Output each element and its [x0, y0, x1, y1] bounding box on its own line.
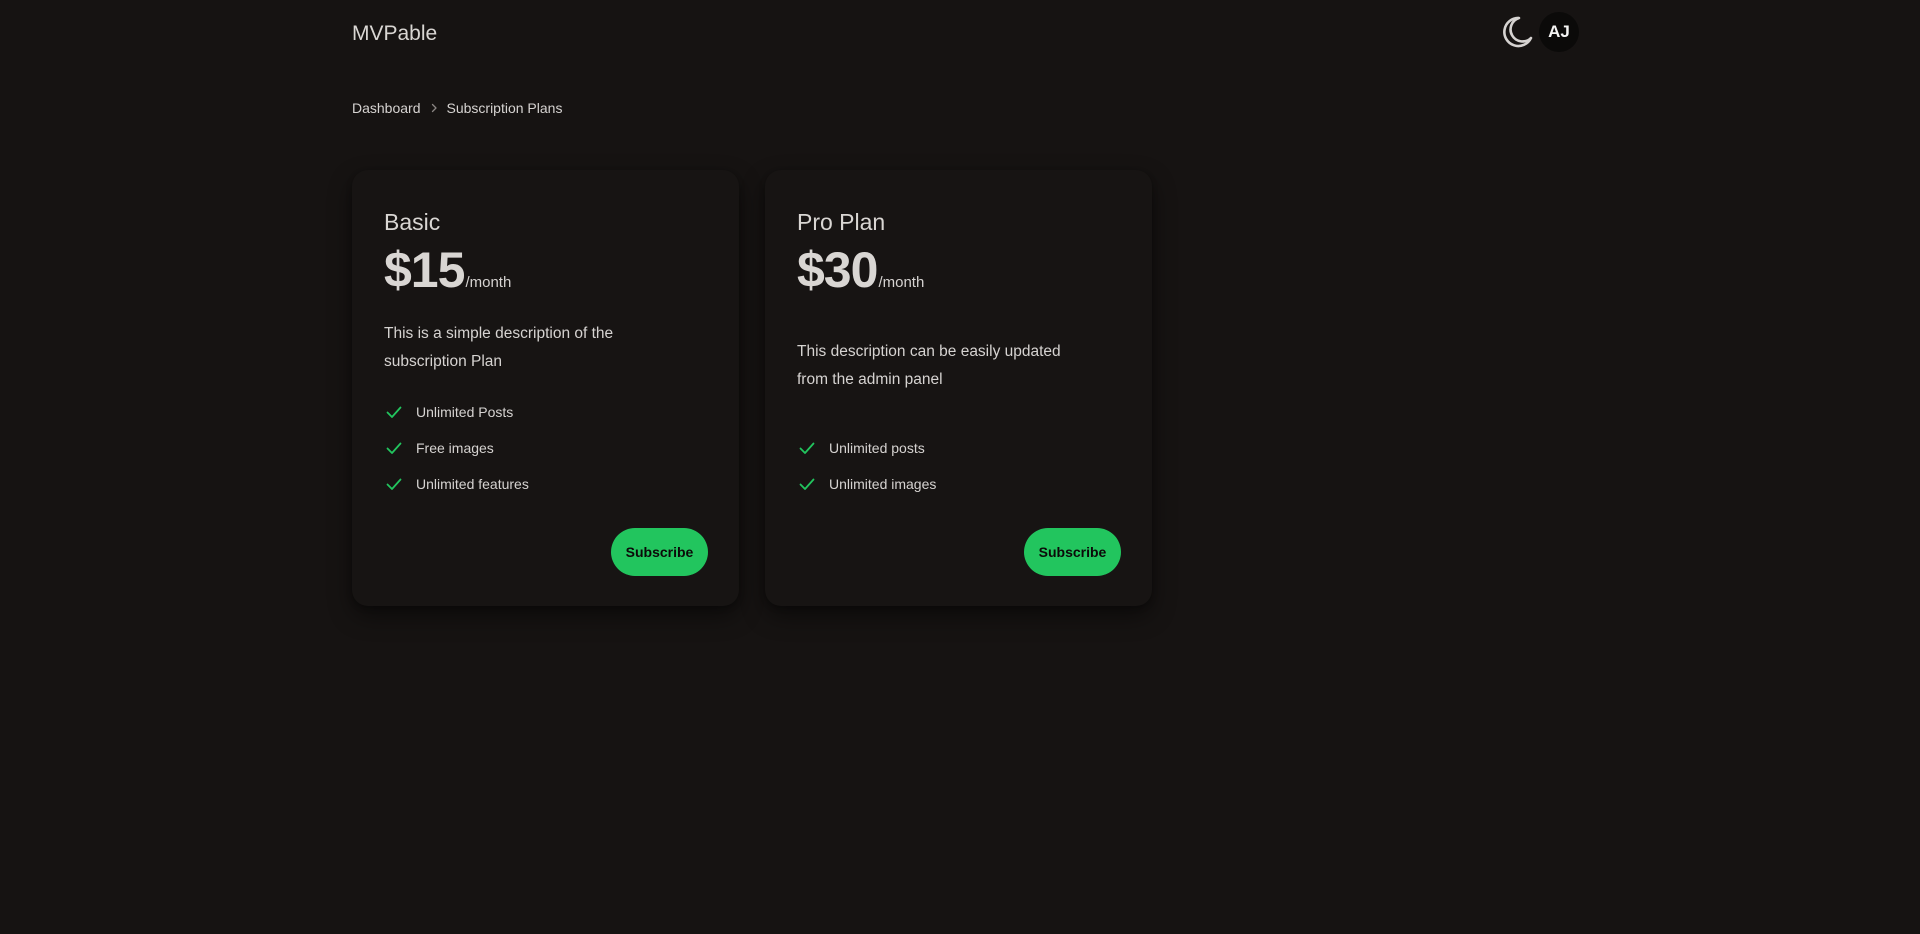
breadcrumb-current: Subscription Plans: [446, 100, 563, 116]
check-icon: [384, 438, 404, 458]
feature-item: Unlimited features: [384, 466, 707, 502]
feature-label: Unlimited features: [416, 476, 529, 492]
chevron-right-icon: [421, 99, 447, 117]
moon-icon: [1498, 14, 1534, 55]
check-icon: [797, 474, 817, 494]
breadcrumb-dashboard-link[interactable]: Dashboard: [352, 100, 421, 116]
feature-label: Free images: [416, 440, 494, 456]
plan-period: /month: [465, 274, 512, 291]
plan-name: Pro Plan: [797, 209, 886, 235]
plans-grid: Basic $15 /month This is a simple descri…: [352, 170, 1152, 606]
plan-period: /month: [878, 274, 925, 291]
feature-label: Unlimited posts: [829, 440, 925, 456]
feature-item: Free images: [384, 430, 707, 466]
feature-label: Unlimited images: [829, 476, 937, 492]
feature-item: Unlimited Posts: [384, 394, 707, 430]
plan-card-pro: Pro Plan $30 /month This description can…: [765, 170, 1152, 606]
top-nav: MVPable AJ: [0, 0, 1920, 68]
plan-price: $15: [384, 242, 465, 298]
feature-label: Unlimited Posts: [416, 404, 514, 420]
check-icon: [384, 474, 404, 494]
breadcrumb: Dashboard Subscription Plans: [352, 99, 562, 117]
feature-list: Unlimited posts Unlimited images: [797, 430, 1120, 502]
subscribe-button-pro[interactable]: Subscribe: [1024, 528, 1121, 576]
plan-price: $30: [797, 242, 878, 298]
plan-name: Basic: [384, 209, 441, 235]
feature-item: Unlimited posts: [797, 430, 1120, 466]
theme-toggle-button[interactable]: [1496, 14, 1536, 54]
feature-list: Unlimited Posts Free images Unlimited fe…: [384, 394, 707, 502]
brand-logo[interactable]: MVPable: [352, 21, 437, 47]
plan-card-basic: Basic $15 /month This is a simple descri…: [352, 170, 739, 606]
feature-item: Unlimited images: [797, 466, 1120, 502]
user-avatar[interactable]: AJ: [1539, 12, 1579, 52]
price-row: $15 /month: [384, 242, 707, 298]
subscribe-button-basic[interactable]: Subscribe: [611, 528, 708, 576]
plan-description: This is a simple description of the subs…: [384, 325, 614, 370]
plan-description: This description can be easily updated f…: [797, 343, 1061, 388]
price-row: $30 /month: [797, 242, 1120, 298]
check-icon: [797, 438, 817, 458]
check-icon: [384, 402, 404, 422]
